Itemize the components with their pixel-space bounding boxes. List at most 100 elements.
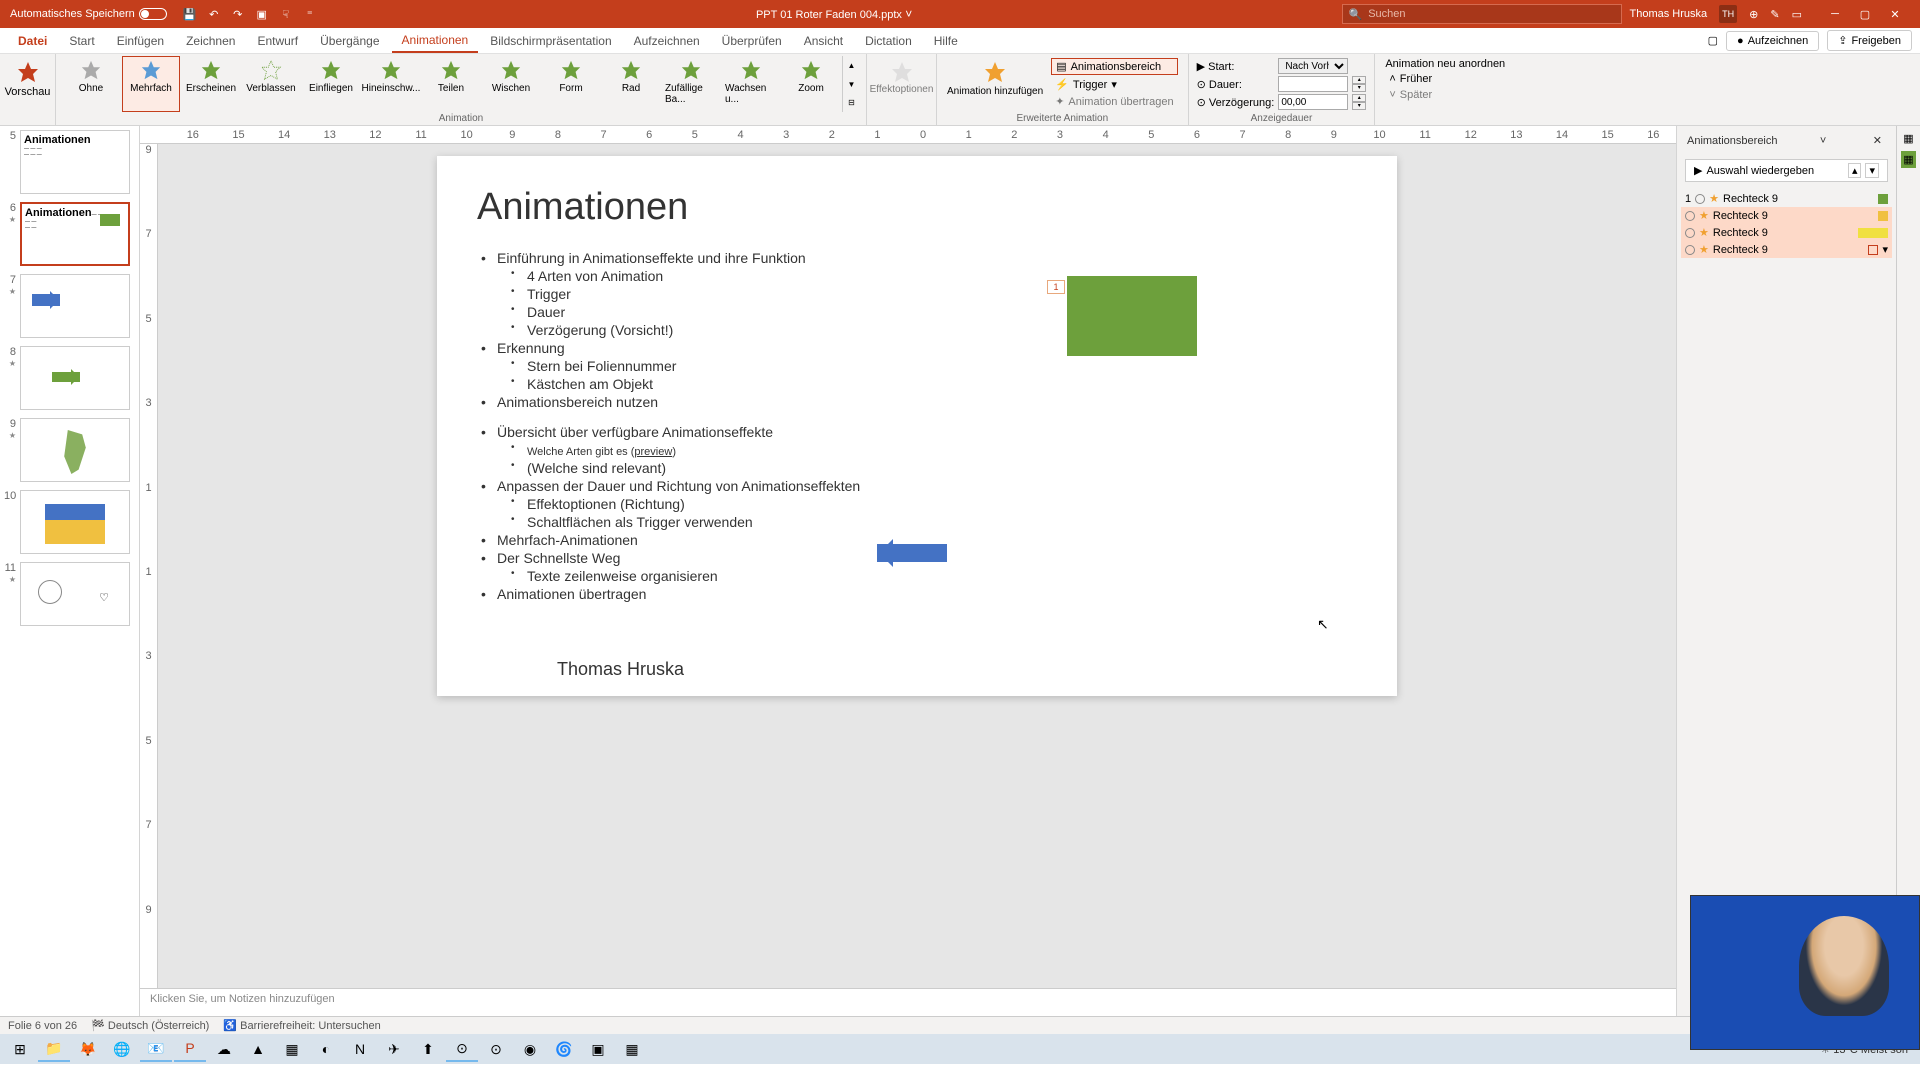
side-panel-icon[interactable]: ▦ xyxy=(1903,132,1913,145)
animation-uebertragen-button[interactable]: ✦ Animation übertragen xyxy=(1051,94,1177,109)
anim-entry-4[interactable]: ★Rechteck 9▾ xyxy=(1681,241,1892,258)
animationsbereich-button[interactable]: ▤ Animationsbereich xyxy=(1051,58,1177,75)
slide-counter[interactable]: Folie 6 von 26 xyxy=(8,1020,77,1032)
accessibility-status[interactable]: ♿ Barrierefreiheit: Untersuchen xyxy=(223,1019,380,1032)
anim-entry-2[interactable]: ★Rechteck 9 xyxy=(1681,207,1892,224)
notes-area[interactable]: Klicken Sie, um Notizen hinzuzufügen xyxy=(140,988,1676,1016)
anim-zoom[interactable]: Zoom xyxy=(782,56,840,112)
side-panel-icon-2[interactable]: ▦ xyxy=(1901,151,1915,168)
start-menu-icon[interactable]: ⊞ xyxy=(4,1036,36,1062)
maximize-button[interactable]: ▢ xyxy=(1852,4,1878,24)
brush-icon[interactable]: ✎ xyxy=(1770,8,1779,21)
autosave-toggle[interactable]: Automatisches Speichern xyxy=(4,8,173,20)
frueher-button[interactable]: ˄ Früher xyxy=(1385,72,1505,86)
tab-ueberpruefen[interactable]: Überprüfen xyxy=(712,30,792,52)
filename[interactable]: PPT 01 Roter Faden 004.pptx ˅ xyxy=(327,7,1342,21)
thumb-8[interactable] xyxy=(20,346,130,410)
green-rectangle-shape[interactable] xyxy=(1067,276,1197,356)
thumb-11[interactable]: ♡ xyxy=(20,562,130,626)
anim-entry-3[interactable]: ★Rechteck 9 xyxy=(1681,224,1892,241)
trigger-button[interactable]: ⚡ Trigger ▾ xyxy=(1051,77,1177,92)
obs-icon[interactable]: ⊙ xyxy=(446,1036,478,1062)
play-selection-button[interactable]: ▶ Auswahl wiedergeben ▴▾ xyxy=(1685,159,1888,182)
app-icon-4[interactable]: ⬆ xyxy=(412,1036,444,1062)
collapse-ribbon-icon[interactable]: ▢ xyxy=(1708,34,1718,47)
onenote-icon[interactable]: N xyxy=(344,1036,376,1062)
anim-ohne[interactable]: Ohne xyxy=(62,56,120,112)
chevron-down-icon[interactable]: ˅ xyxy=(1816,135,1830,147)
add-animation-button[interactable]: Animation hinzufügen xyxy=(943,56,1047,112)
app-icon[interactable]: ☁ xyxy=(208,1036,240,1062)
tab-uebergange[interactable]: Übergänge xyxy=(310,30,389,52)
save-icon[interactable]: 💾 xyxy=(183,7,197,21)
close-button[interactable]: ✕ xyxy=(1882,4,1908,24)
outlook-icon[interactable]: 📧 xyxy=(140,1036,172,1062)
user-badge[interactable]: TH xyxy=(1719,5,1737,23)
spaeter-button[interactable]: ˅ Später xyxy=(1385,88,1505,102)
more-icon[interactable]: ⁼ xyxy=(303,7,317,21)
tab-aufzeichnen[interactable]: Aufzeichnen xyxy=(624,30,710,52)
tab-entwurf[interactable]: Entwurf xyxy=(247,30,308,52)
tab-einfuegen[interactable]: Einfügen xyxy=(107,30,174,52)
anim-form[interactable]: Form xyxy=(542,56,600,112)
search-input[interactable]: 🔍 Suchen xyxy=(1342,4,1622,24)
gallery-more[interactable]: ▲▼⊟ xyxy=(842,56,860,112)
start-select[interactable]: Nach Vorher... xyxy=(1278,58,1348,74)
anim-wachsen[interactable]: Wachsen u... xyxy=(722,56,780,112)
app-icon-6[interactable]: ◉ xyxy=(514,1036,546,1062)
verz-input[interactable] xyxy=(1278,94,1348,110)
present-icon[interactable]: ▣ xyxy=(255,7,269,21)
anim-rad[interactable]: Rad xyxy=(602,56,660,112)
touch-icon[interactable]: ☟ xyxy=(279,7,293,21)
redo-icon[interactable]: ↷ xyxy=(231,7,245,21)
thumb-6[interactable]: Animationen— —— —— — xyxy=(20,202,130,266)
thumb-7[interactable] xyxy=(20,274,130,338)
firefox-icon[interactable]: 🦊 xyxy=(72,1036,104,1062)
tab-zeichnen[interactable]: Zeichnen xyxy=(176,30,245,52)
anim-entry-1[interactable]: 1★Rechteck 9 xyxy=(1681,190,1892,207)
tab-start[interactable]: Start xyxy=(59,30,104,52)
app-icon-5[interactable]: ⊙ xyxy=(480,1036,512,1062)
telegram-icon[interactable]: ✈ xyxy=(378,1036,410,1062)
close-pane-icon[interactable]: ✕ xyxy=(1869,134,1886,147)
powerpoint-icon[interactable]: P xyxy=(174,1036,206,1062)
anim-einfliegen[interactable]: Einfliegen xyxy=(302,56,360,112)
globe-icon[interactable]: ⊕ xyxy=(1749,8,1758,21)
tab-dictation[interactable]: Dictation xyxy=(855,30,922,52)
anim-erscheinen[interactable]: Erscheinen xyxy=(182,56,240,112)
tab-ansicht[interactable]: Ansicht xyxy=(794,30,853,52)
anim-mehrfach[interactable]: Mehrfach xyxy=(122,56,180,112)
dauer-input[interactable] xyxy=(1278,76,1348,92)
minimize-button[interactable]: ─ xyxy=(1822,4,1848,24)
chrome-icon[interactable]: 🌐 xyxy=(106,1036,138,1062)
slide-canvas[interactable]: Animationen Einführung in Animationseffe… xyxy=(437,156,1397,696)
app-icon-7[interactable]: ▣ xyxy=(582,1036,614,1062)
thumb-9[interactable] xyxy=(20,418,130,482)
anim-wischen[interactable]: Wischen xyxy=(482,56,540,112)
preview-button[interactable]: Vorschau xyxy=(6,56,49,102)
explorer-icon[interactable]: 📁 xyxy=(38,1036,70,1062)
aufzeichnen-button[interactable]: ● Aufzeichnen xyxy=(1726,31,1819,51)
vlc-icon[interactable]: ▲ xyxy=(242,1036,274,1062)
blue-arrow-shape[interactable] xyxy=(877,544,947,562)
undo-icon[interactable]: ↶ xyxy=(207,7,221,21)
window-icon[interactable]: ▭ xyxy=(1792,8,1802,21)
app-icon-3[interactable]: ◐ xyxy=(310,1036,342,1062)
freigeben-button[interactable]: ⇪ Freigeben xyxy=(1827,30,1912,51)
anim-verblassen[interactable]: Verblassen xyxy=(242,56,300,112)
tab-hilfe[interactable]: Hilfe xyxy=(924,30,968,52)
anim-teilen[interactable]: Teilen xyxy=(422,56,480,112)
animation-tag[interactable]: 1 xyxy=(1047,280,1065,294)
lang-status[interactable]: 🏁 Deutsch (Österreich) xyxy=(91,1019,209,1032)
thumb-5[interactable]: Animationen— — —— — — xyxy=(20,130,130,194)
user-name[interactable]: Thomas Hruska xyxy=(1630,8,1708,20)
thumb-10[interactable] xyxy=(20,490,130,554)
edge-icon[interactable]: 🌀 xyxy=(548,1036,580,1062)
anim-zufaellig[interactable]: Zufällige Ba... xyxy=(662,56,720,112)
tab-bildschirm[interactable]: Bildschirmpräsentation xyxy=(480,30,621,52)
app-icon-2[interactable]: ▦ xyxy=(276,1036,308,1062)
app-icon-8[interactable]: ▦ xyxy=(616,1036,648,1062)
tab-animationen[interactable]: Animationen xyxy=(392,29,479,53)
tab-datei[interactable]: Datei xyxy=(8,30,57,52)
anim-hineinschweben[interactable]: Hineinschw... xyxy=(362,56,420,112)
